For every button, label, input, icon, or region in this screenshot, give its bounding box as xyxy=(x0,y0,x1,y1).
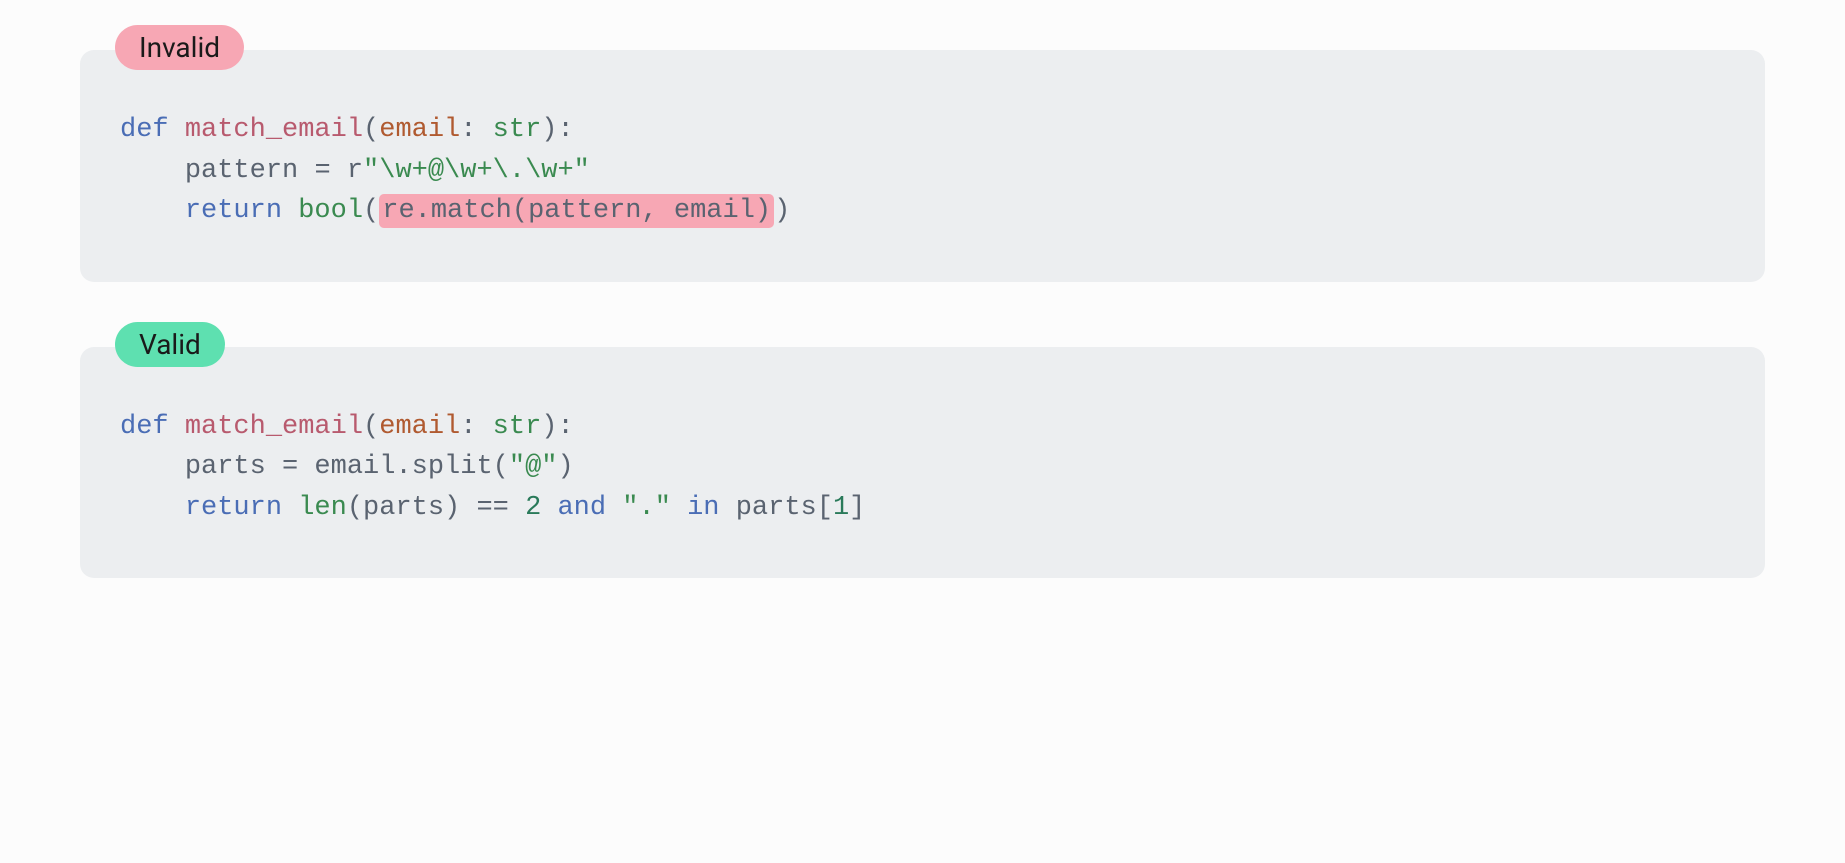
paren-open: ( xyxy=(363,196,379,226)
string-literal: "@" xyxy=(509,452,558,482)
space xyxy=(671,493,687,523)
space xyxy=(541,493,557,523)
operator-eq: == xyxy=(476,493,508,523)
type-annotation: str xyxy=(493,115,542,145)
var-name: parts xyxy=(185,452,282,482)
space xyxy=(282,196,298,226)
keyword-def: def xyxy=(120,412,169,442)
indent xyxy=(120,196,185,226)
colon: : xyxy=(460,412,492,442)
param-name: email xyxy=(379,115,460,145)
raw-prefix: r xyxy=(331,156,363,186)
code-content: def match_email(email: str): pattern = r… xyxy=(120,110,1725,232)
equals: = xyxy=(282,452,298,482)
equals: = xyxy=(314,156,330,186)
number-literal: 1 xyxy=(833,493,849,523)
string-literal: "\w+@\w+\.\w+" xyxy=(363,156,590,186)
param-name: email xyxy=(379,412,460,442)
method-call: email.split( xyxy=(298,452,509,482)
paren-close: ): xyxy=(541,115,573,145)
bracket-close: ] xyxy=(849,493,865,523)
builtin-len: len xyxy=(298,493,347,523)
valid-badge: Valid xyxy=(115,322,225,367)
colon: : xyxy=(460,115,492,145)
paren-open: ( xyxy=(363,115,379,145)
space xyxy=(282,493,298,523)
index-expr: parts[ xyxy=(720,493,833,523)
space xyxy=(606,493,622,523)
keyword-return: return xyxy=(185,196,282,226)
highlighted-code: re.match(pattern, email) xyxy=(379,194,774,228)
space xyxy=(509,493,525,523)
valid-code-block: Valid def match_email(email: str): parts… xyxy=(80,347,1765,579)
paren-open: ( xyxy=(363,412,379,442)
type-annotation: str xyxy=(493,412,542,442)
keyword-in: in xyxy=(687,493,719,523)
code-container: def match_email(email: str): parts = ema… xyxy=(80,347,1765,579)
paren-close: ) xyxy=(774,196,790,226)
keyword-return: return xyxy=(185,493,282,523)
function-name: match_email xyxy=(185,115,363,145)
paren-expr: (parts) xyxy=(347,493,477,523)
paren-close: ) xyxy=(557,452,573,482)
indent xyxy=(120,156,185,186)
invalid-badge: Invalid xyxy=(115,25,244,70)
var-name: pattern xyxy=(185,156,315,186)
code-content: def match_email(email: str): parts = ema… xyxy=(120,407,1725,529)
invalid-code-block: Invalid def match_email(email: str): pat… xyxy=(80,50,1765,282)
number-literal: 2 xyxy=(525,493,541,523)
keyword-def: def xyxy=(120,115,169,145)
indent xyxy=(120,493,185,523)
function-name: match_email xyxy=(185,412,363,442)
paren-close: ): xyxy=(541,412,573,442)
indent xyxy=(120,452,185,482)
builtin-bool: bool xyxy=(298,196,363,226)
code-container: def match_email(email: str): pattern = r… xyxy=(80,50,1765,282)
keyword-and: and xyxy=(557,493,606,523)
string-literal: "." xyxy=(622,493,671,523)
